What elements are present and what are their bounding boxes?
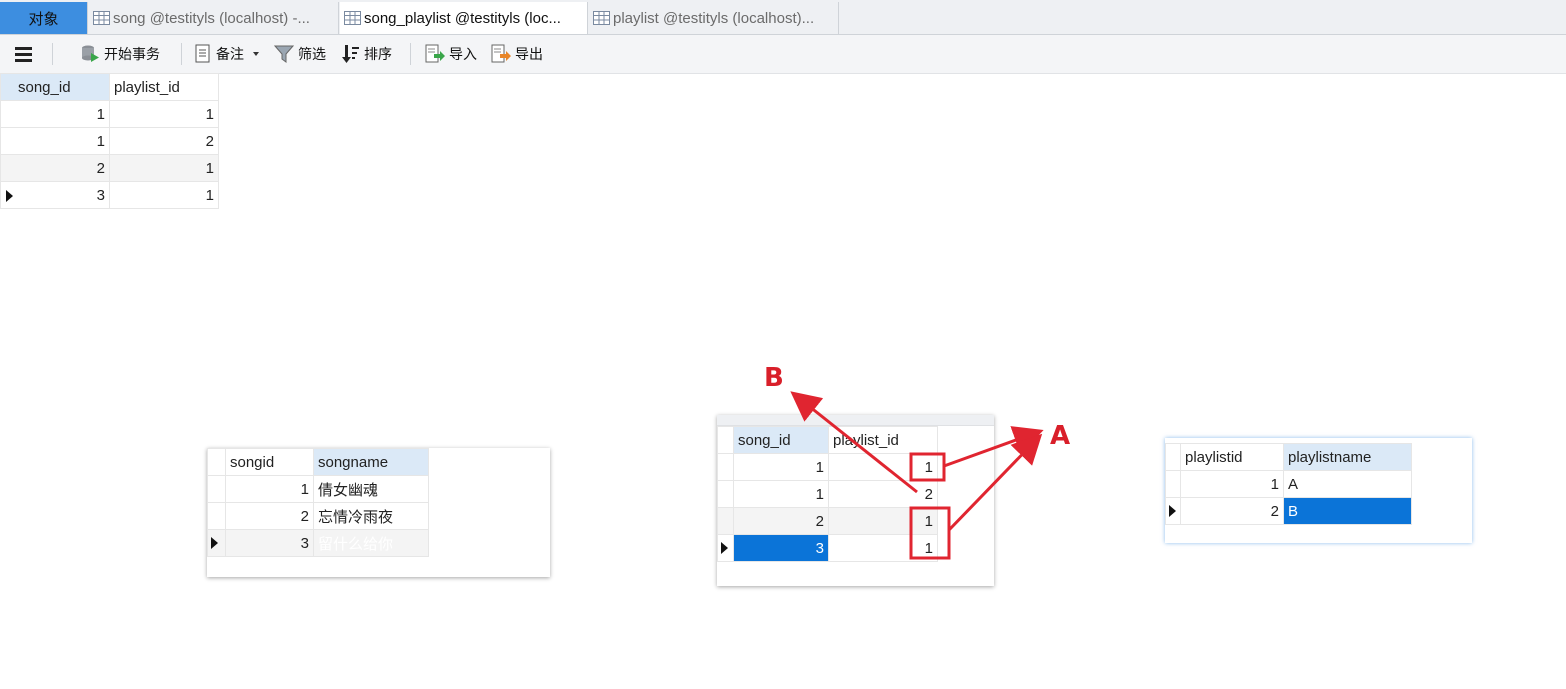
highlight-box <box>909 506 951 560</box>
highlight-box <box>909 452 946 482</box>
annotation-label-a: A <box>1050 421 1071 451</box>
annotation-overlay <box>790 391 1044 560</box>
arrow-to-a <box>943 426 1044 468</box>
annotation-label-b: B <box>764 363 784 393</box>
arrow-to-a <box>947 433 1043 532</box>
arrow-to-b <box>790 391 918 494</box>
